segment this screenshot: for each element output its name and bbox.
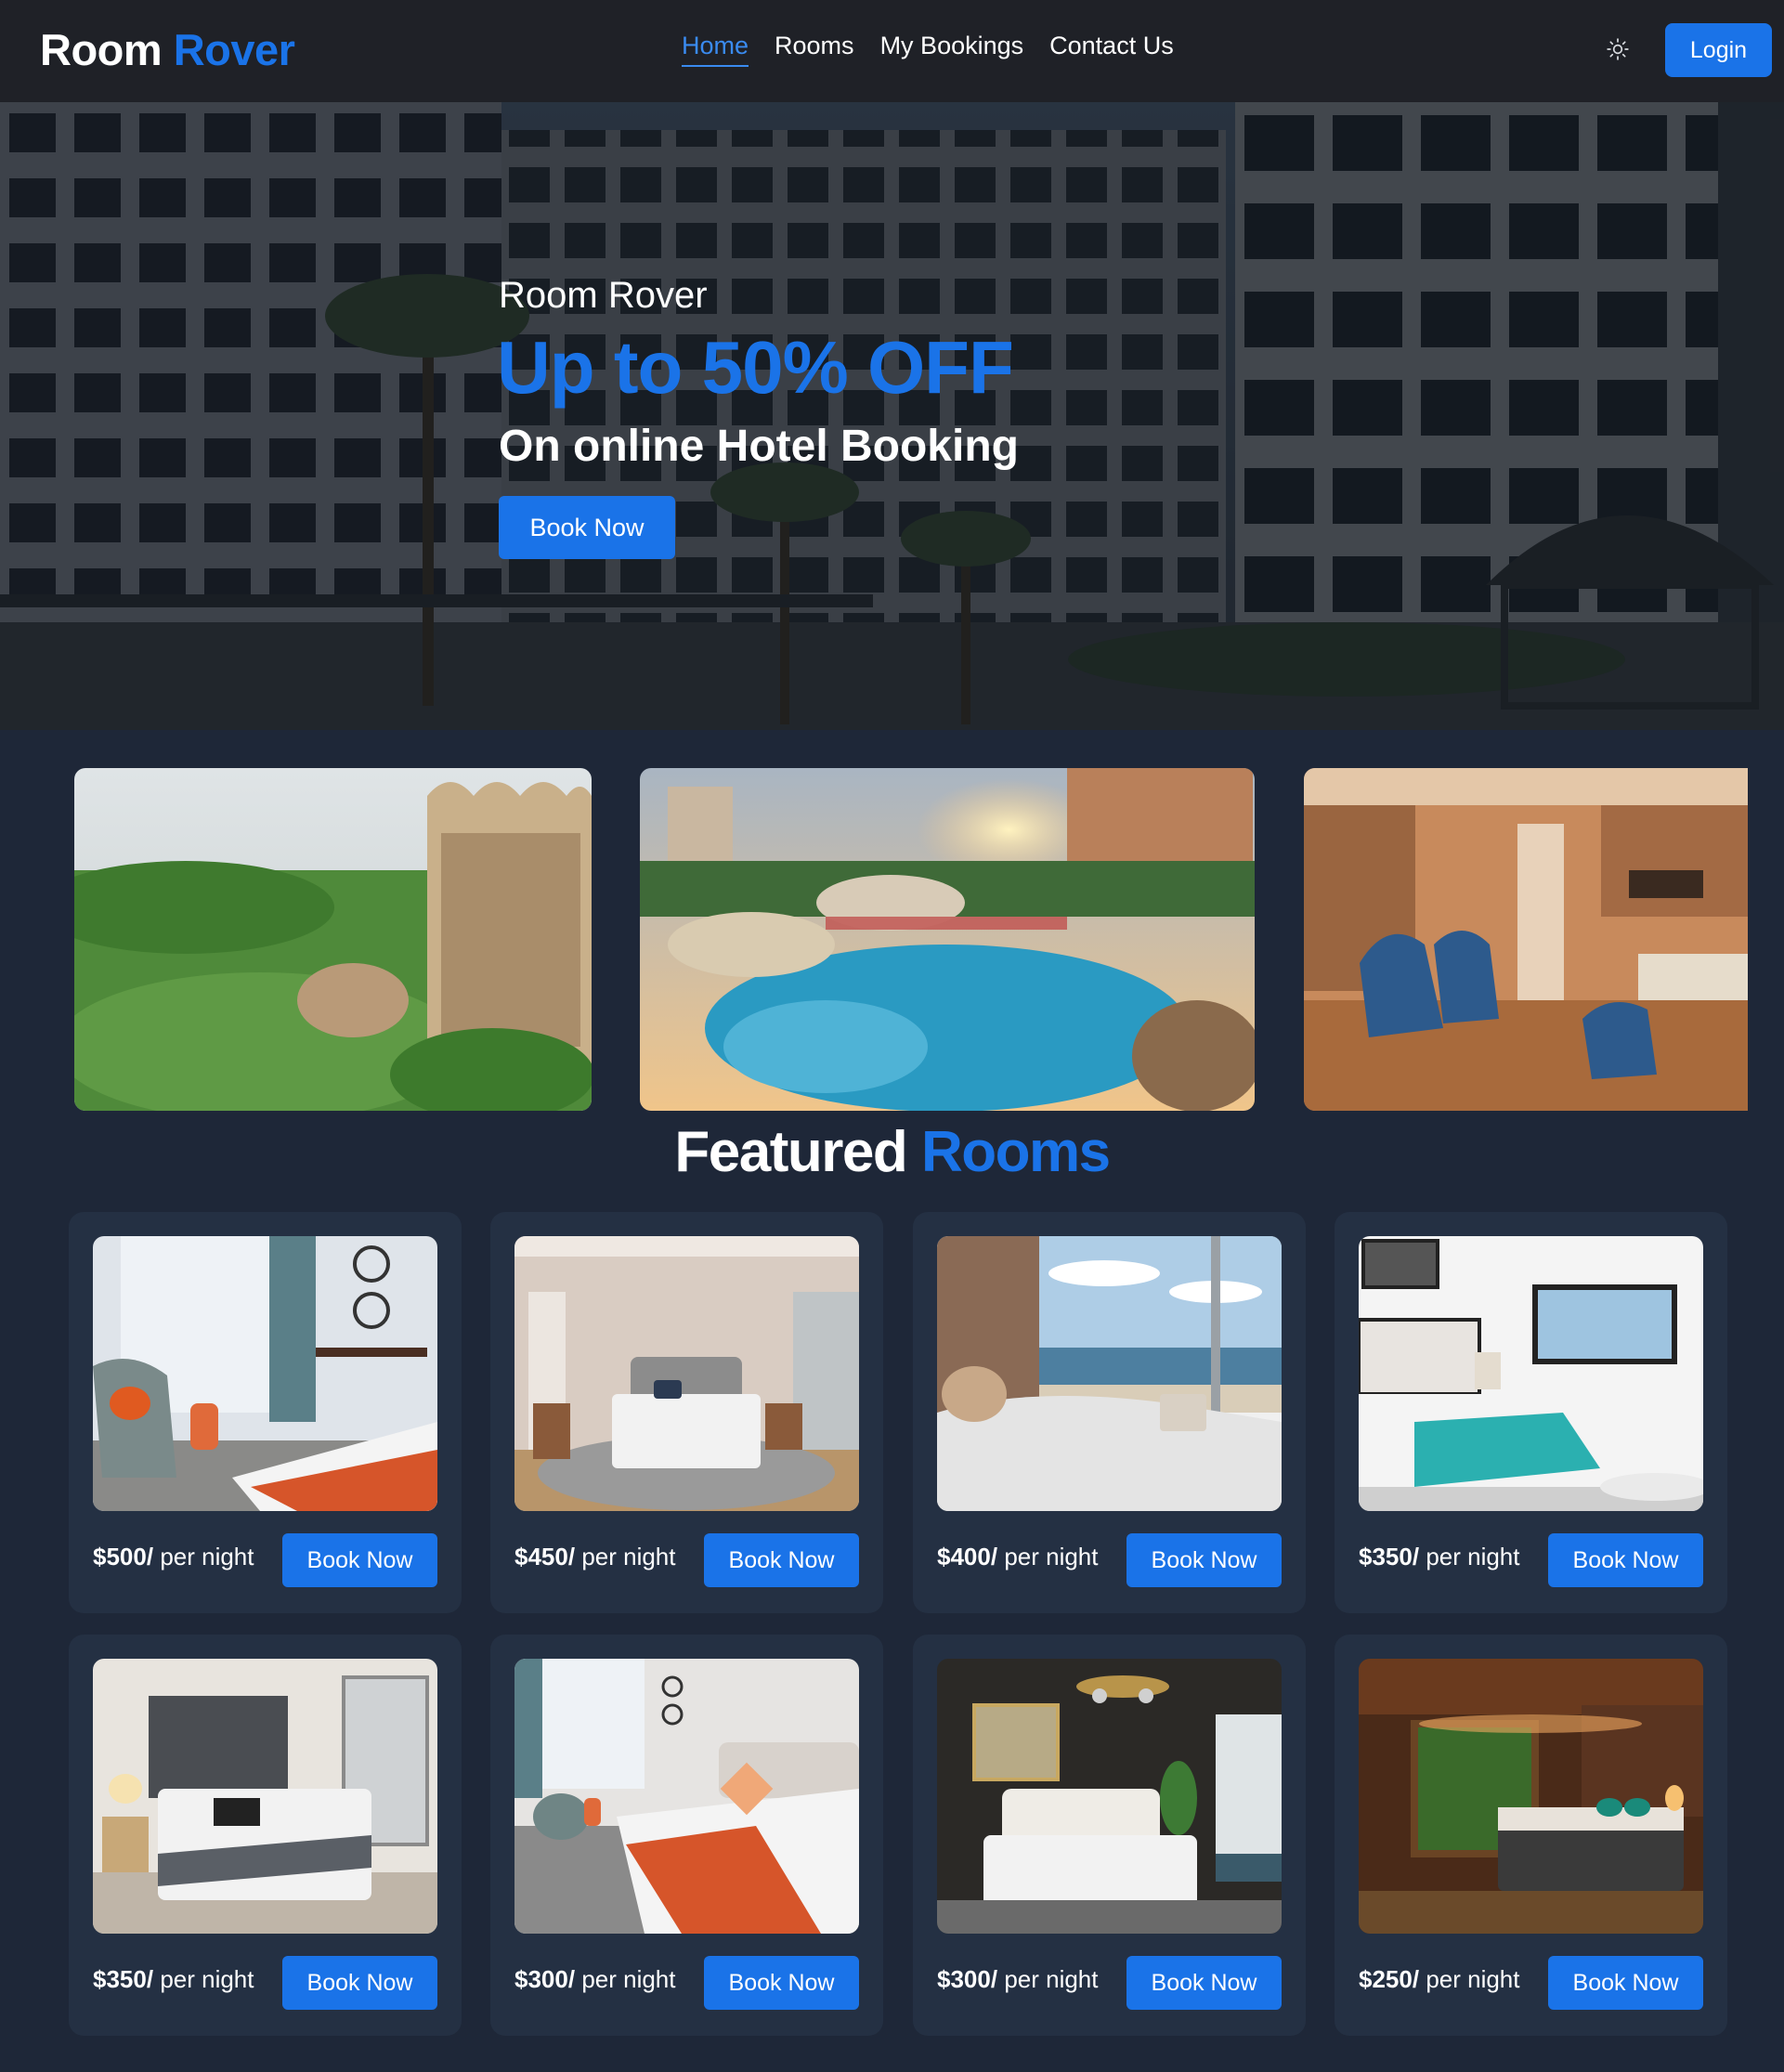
room-photo (937, 1236, 1282, 1511)
room-price-unit: per night (160, 1965, 254, 1993)
room-book-now-button[interactable]: Book Now (1548, 1956, 1703, 2010)
room-price: $350/ per night (1359, 1543, 1520, 1571)
room-price: $400/ per night (937, 1543, 1099, 1571)
room-photo (514, 1659, 859, 1934)
room-price-amount: $500/ (93, 1543, 154, 1570)
room-card: $300/ per night Book Now (913, 1635, 1306, 2036)
room-photo (93, 1659, 437, 1934)
room-price-unit: per night (1426, 1965, 1520, 1993)
room-book-now-button[interactable]: Book Now (1548, 1533, 1703, 1587)
hero-book-now-button[interactable]: Book Now (499, 496, 675, 559)
room-card: $350/ per night Book Now (1335, 1212, 1727, 1613)
hotel-lounge-photo (1304, 768, 1748, 1111)
hero-banner: Room Rover Up to 50% OFF On online Hotel… (0, 102, 1784, 730)
room-price: $450/ per night (514, 1543, 676, 1571)
room-price: $350/ per night (93, 1965, 254, 1994)
nav-link-rooms[interactable]: Rooms (775, 32, 854, 67)
navbar: Room Rover Home Rooms My Bookings Contac… (0, 0, 1784, 102)
room-card: $500/ per night Book Now (69, 1212, 462, 1613)
featured-rooms-heading: Featured Rooms (0, 1119, 1784, 1185)
room-photo (937, 1659, 1282, 1934)
room-price-amount: $350/ (1359, 1543, 1420, 1570)
room-photo (1359, 1236, 1703, 1511)
room-card: $250/ per night Book Now (1335, 1635, 1727, 2036)
login-button[interactable]: Login (1665, 23, 1772, 77)
brand-name-accent: Rover (173, 25, 295, 74)
room-price-unit: per night (160, 1543, 254, 1570)
sun-icon (1607, 38, 1629, 60)
nav-link-contact-us[interactable]: Contact Us (1049, 32, 1174, 67)
room-card: $400/ per night Book Now (913, 1212, 1306, 1613)
room-card: $450/ per night Book Now (490, 1212, 883, 1613)
resort-pool-photo (640, 768, 1255, 1111)
room-price-unit: per night (581, 1543, 676, 1570)
room-book-now-button[interactable]: Book Now (704, 1533, 859, 1587)
room-book-now-button[interactable]: Book Now (704, 1956, 859, 2010)
room-price-amount: $250/ (1359, 1965, 1420, 1993)
hero-subtitle: Room Rover (499, 275, 708, 316)
room-price-amount: $450/ (514, 1543, 576, 1570)
brand-logo[interactable]: Room Rover (40, 24, 295, 75)
room-price-unit: per night (1004, 1543, 1099, 1570)
room-price: $500/ per night (93, 1543, 254, 1571)
room-price-amount: $400/ (937, 1543, 998, 1570)
room-book-now-button[interactable]: Book Now (282, 1956, 437, 2010)
room-price-amount: $350/ (93, 1965, 154, 1993)
room-price: $250/ per night (1359, 1965, 1520, 1994)
room-book-now-button[interactable]: Book Now (1126, 1956, 1282, 2010)
theme-toggle-button[interactable] (1604, 35, 1632, 63)
main-nav: Home Rooms My Bookings Contact Us (682, 32, 1174, 67)
room-photo (1359, 1659, 1703, 1934)
room-price-unit: per night (1426, 1543, 1520, 1570)
room-photo (514, 1236, 859, 1511)
hero-tagline: On online Hotel Booking (499, 422, 1019, 471)
room-book-now-button[interactable]: Book Now (282, 1533, 437, 1587)
featured-heading-text: Featured (674, 1120, 907, 1184)
room-price: $300/ per night (937, 1965, 1099, 1994)
room-card: $350/ per night Book Now (69, 1635, 462, 2036)
room-price-unit: per night (581, 1965, 676, 1993)
room-book-now-button[interactable]: Book Now (1126, 1533, 1282, 1587)
room-card: $300/ per night Book Now (490, 1635, 883, 2036)
room-price: $300/ per night (514, 1965, 676, 1994)
room-price-amount: $300/ (514, 1965, 576, 1993)
nav-link-home[interactable]: Home (682, 32, 749, 67)
hero-title: Up to 50% OFF (497, 326, 1014, 409)
room-price-amount: $300/ (937, 1965, 998, 1993)
brand-name: Room (40, 25, 163, 74)
hero-overlay (0, 102, 1784, 730)
featured-heading-accent: Rooms (920, 1120, 1111, 1184)
room-price-unit: per night (1004, 1965, 1099, 1993)
nav-link-my-bookings[interactable]: My Bookings (880, 32, 1024, 67)
room-photo (93, 1236, 437, 1511)
hotel-garden-photo (74, 768, 592, 1111)
